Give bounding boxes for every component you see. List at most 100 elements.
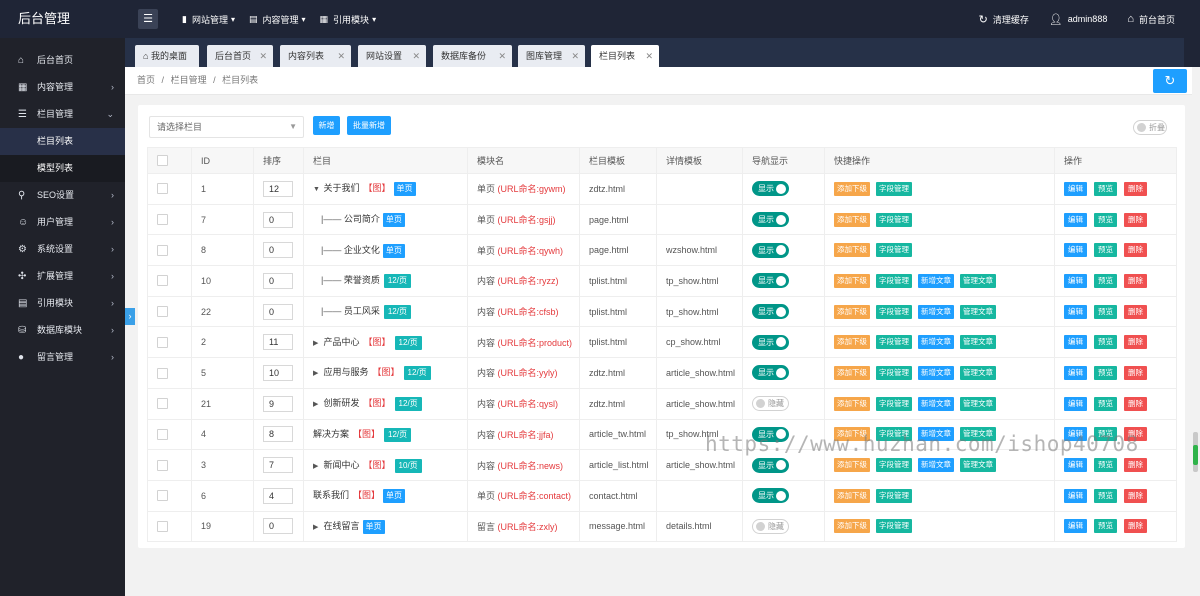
sidebar-item-seo[interactable]: ⚲ SEO设置 ›	[0, 182, 125, 209]
tab-my-desktop[interactable]: ⌂ 我的桌面	[135, 45, 199, 67]
delete-button[interactable]: 删除	[1124, 396, 1147, 411]
expand-toggle-icon[interactable]: ▶	[313, 339, 321, 347]
page-scrollbar[interactable]	[1192, 67, 1200, 596]
field-manage-button[interactable]: 字段管理	[876, 396, 912, 411]
new-article-button[interactable]: 新增文章	[918, 304, 954, 319]
sidebar-item-messages[interactable]: ● 留言管理 ›	[0, 344, 125, 371]
manage-article-button[interactable]: 管理文章	[960, 273, 996, 288]
nav-display-toggle[interactable]: 隐藏	[752, 518, 789, 534]
row-select-cell[interactable]	[147, 357, 192, 389]
add-button[interactable]: 新增	[313, 116, 340, 135]
field-manage-button[interactable]: 字段管理	[876, 243, 912, 258]
breadcrumb-home[interactable]: 首页	[137, 75, 155, 85]
new-article-button[interactable]: 新增文章	[918, 365, 954, 380]
sort-input[interactable]: 10	[263, 364, 293, 381]
edit-button[interactable]: 编辑	[1064, 273, 1087, 288]
delete-button[interactable]: 删除	[1124, 488, 1147, 503]
add-sub-button[interactable]: 添加下级	[834, 458, 870, 473]
delete-button[interactable]: 删除	[1124, 273, 1147, 288]
delete-button[interactable]: 删除	[1124, 519, 1147, 534]
close-icon[interactable]: ✕	[337, 45, 345, 67]
checkbox[interactable]	[157, 336, 168, 348]
column-select[interactable]: 请选择栏目 ▼	[149, 116, 304, 138]
sort-input[interactable]: 11	[263, 334, 293, 351]
row-select-cell[interactable]	[147, 449, 192, 481]
edit-button[interactable]: 编辑	[1064, 243, 1087, 258]
preview-button[interactable]: 预览	[1094, 396, 1117, 411]
manage-article-button[interactable]: 管理文章	[960, 396, 996, 411]
edit-button[interactable]: 编辑	[1064, 396, 1087, 411]
new-article-button[interactable]: 新增文章	[918, 396, 954, 411]
sort-input[interactable]: 0	[263, 211, 293, 228]
row-select-cell[interactable]	[147, 326, 192, 359]
field-manage-button[interactable]: 字段管理	[876, 273, 912, 288]
nav-display-toggle[interactable]: 显示	[752, 212, 789, 228]
checkbox[interactable]	[157, 520, 168, 532]
checkbox[interactable]	[157, 459, 168, 471]
edit-button[interactable]: 编辑	[1064, 304, 1087, 319]
close-icon[interactable]: ✕	[571, 45, 579, 67]
tab-site-settings[interactable]: 网站设置 ✕	[358, 45, 426, 67]
tab-admin-home[interactable]: 后台首页 ✕	[207, 45, 273, 67]
sort-input[interactable]: 0	[263, 518, 293, 535]
edit-button[interactable]: 编辑	[1064, 335, 1087, 350]
checkbox[interactable]	[157, 214, 168, 226]
checkbox[interactable]	[157, 428, 168, 440]
edit-button[interactable]: 编辑	[1064, 488, 1087, 503]
new-article-button[interactable]: 新增文章	[918, 273, 954, 288]
new-article-button[interactable]: 新增文章	[918, 335, 954, 350]
nav-display-toggle[interactable]: 显示	[752, 181, 789, 197]
delete-button[interactable]: 删除	[1124, 304, 1147, 319]
field-manage-button[interactable]: 字段管理	[876, 304, 912, 319]
sidebar-item-users[interactable]: ☺ 用户管理 ›	[0, 209, 125, 236]
sidebar-item-database[interactable]: ⛁ 数据库模块 ›	[0, 317, 125, 344]
manage-article-button[interactable]: 管理文章	[960, 335, 996, 350]
sort-input[interactable]: 7	[263, 457, 293, 474]
add-sub-button[interactable]: 添加下级	[834, 519, 870, 534]
field-manage-button[interactable]: 字段管理	[876, 519, 912, 534]
sidebar-subitem-model-list[interactable]: 模型列表	[0, 155, 125, 182]
nav-display-toggle[interactable]: 显示	[752, 242, 789, 258]
edit-button[interactable]: 编辑	[1064, 181, 1087, 196]
sidebar-item-columns[interactable]: ☰ 栏目管理 ⌄	[0, 101, 125, 128]
expand-toggle-icon[interactable]: ▶	[313, 369, 321, 377]
nav-display-toggle[interactable]: 显示	[752, 365, 789, 381]
checkbox[interactable]	[157, 183, 168, 195]
preview-button[interactable]: 预览	[1094, 365, 1117, 380]
checkbox[interactable]	[157, 306, 168, 318]
expand-toggle-icon[interactable]: ▶	[313, 462, 321, 470]
nav-display-toggle[interactable]: 显示	[752, 488, 789, 504]
row-select-cell[interactable]	[147, 479, 192, 512]
edit-button[interactable]: 编辑	[1064, 365, 1087, 380]
sort-input[interactable]: 8	[263, 426, 293, 443]
sidebar-subitem-column-list[interactable]: 栏目列表	[0, 128, 125, 155]
preview-button[interactable]: 预览	[1094, 458, 1117, 473]
preview-button[interactable]: 预览	[1094, 335, 1117, 350]
checkbox[interactable]	[157, 155, 168, 167]
sidebar-item-admin-home[interactable]: ⌂ 后台首页	[0, 47, 125, 74]
sidebar-item-system[interactable]: ⚙ 系统设置 ›	[0, 236, 125, 263]
user-menu[interactable]: 👤︎ admin888	[1049, 13, 1108, 26]
nav-display-toggle[interactable]: 显示	[752, 273, 789, 289]
expand-toggle-icon[interactable]: ▶	[313, 523, 321, 531]
row-select-cell[interactable]	[147, 203, 192, 236]
close-icon[interactable]: ✕	[412, 45, 420, 67]
tab-gallery[interactable]: 图库管理 ✕	[518, 45, 585, 67]
field-manage-button[interactable]: 字段管理	[876, 488, 912, 503]
preview-button[interactable]: 预览	[1094, 519, 1117, 534]
delete-button[interactable]: 删除	[1124, 365, 1147, 380]
checkbox[interactable]	[157, 398, 168, 410]
row-select-cell[interactable]	[147, 173, 192, 205]
new-article-button[interactable]: 新增文章	[918, 458, 954, 473]
field-manage-button[interactable]: 字段管理	[876, 335, 912, 350]
nav-display-toggle[interactable]: 隐藏	[752, 396, 789, 412]
frontend-home-link[interactable]: ⌂ 前台首页	[1127, 13, 1175, 26]
delete-button[interactable]: 删除	[1124, 458, 1147, 473]
add-sub-button[interactable]: 添加下级	[834, 181, 870, 196]
row-select-cell[interactable]	[147, 418, 192, 451]
edit-button[interactable]: 编辑	[1064, 458, 1087, 473]
field-manage-button[interactable]: 字段管理	[876, 212, 912, 227]
sort-input[interactable]: 0	[263, 242, 293, 259]
delete-button[interactable]: 删除	[1124, 181, 1147, 196]
field-manage-button[interactable]: 字段管理	[876, 365, 912, 380]
